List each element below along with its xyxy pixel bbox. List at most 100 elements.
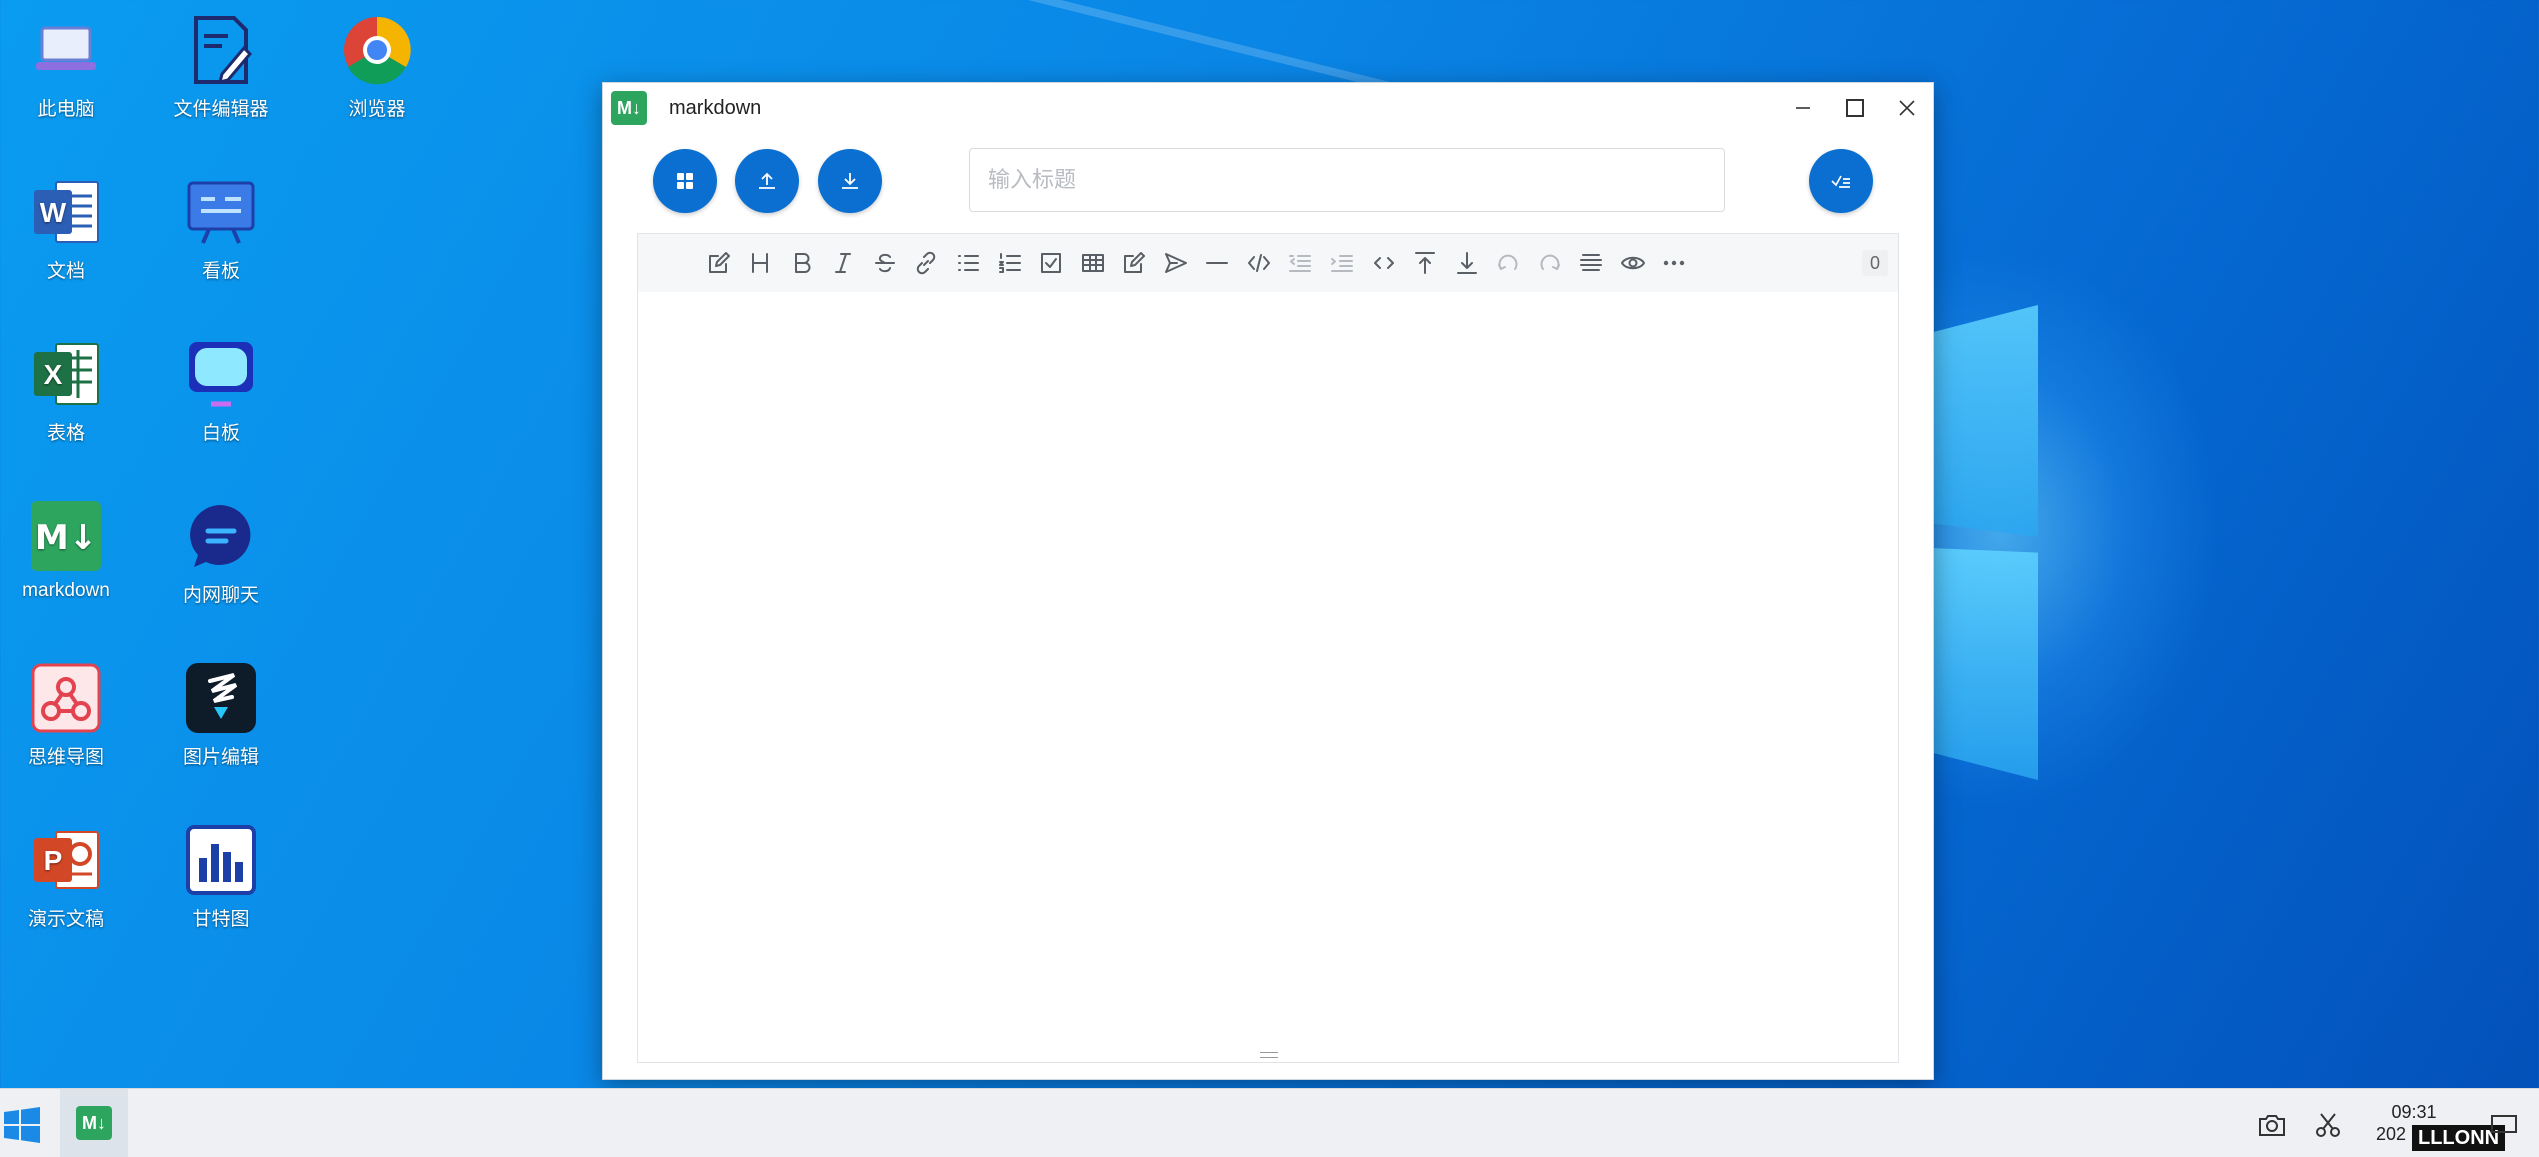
redo-icon xyxy=(1540,254,1560,270)
table-button[interactable] xyxy=(1074,244,1112,282)
undo-button[interactable] xyxy=(1489,244,1527,282)
taskbar-markdown-app[interactable]: M↓ xyxy=(60,1089,128,1157)
heading-button[interactable] xyxy=(741,244,779,282)
link-icon xyxy=(916,251,936,275)
hr-icon xyxy=(1206,262,1228,264)
windows-logo-upper-pane xyxy=(1930,305,2038,537)
preview-icon xyxy=(1621,256,1645,270)
horizontal-rule-button[interactable] xyxy=(1198,244,1236,282)
camera-icon xyxy=(2259,1115,2285,1136)
window-titlebar[interactable]: M↓ markdown xyxy=(603,83,1933,133)
chat-icon xyxy=(185,500,257,572)
clock-time: 09:31 xyxy=(2391,1102,2437,1122)
edit-button[interactable] xyxy=(700,244,738,282)
desktop-icon-image-editor[interactable]: 图片编辑 xyxy=(146,662,296,769)
table-icon xyxy=(1082,254,1104,272)
maximize-icon xyxy=(1846,99,1864,117)
minimize-button[interactable] xyxy=(1777,83,1829,133)
snip-button[interactable] xyxy=(2310,1107,2346,1143)
insert-before-button[interactable] xyxy=(1406,244,1444,282)
windows-start-icon xyxy=(4,1107,40,1143)
redo-button[interactable] xyxy=(1531,244,1569,282)
edit-alt-icon xyxy=(1124,252,1145,273)
notification-icon xyxy=(2491,1115,2517,1133)
insert-after-button[interactable] xyxy=(1448,244,1486,282)
laptop-icon xyxy=(30,14,102,86)
bold-icon xyxy=(795,253,811,273)
file-edit-icon xyxy=(185,14,257,86)
menu-grid-button[interactable] xyxy=(653,149,717,213)
check-list-icon xyxy=(1831,175,1850,188)
desktop-icon-document[interactable]: W 文档 xyxy=(0,176,141,283)
more-button[interactable] xyxy=(1655,244,1693,282)
unordered-list-button[interactable] xyxy=(949,244,987,282)
desktop-icon-markdown[interactable]: M↓ markdown xyxy=(0,500,141,602)
scissors-icon xyxy=(2316,1113,2340,1137)
italic-button[interactable] xyxy=(824,244,862,282)
kanban-icon xyxy=(185,176,257,248)
desktop-icon-browser[interactable]: 浏览器 xyxy=(302,14,452,121)
editor-content-area[interactable] xyxy=(638,292,1898,1062)
desktop-icon-presentation[interactable]: P 演示文稿 xyxy=(0,824,141,931)
svg-text:M↓: M↓ xyxy=(35,518,97,558)
indent-icon xyxy=(1331,255,1353,272)
more-icon xyxy=(1663,260,1685,266)
editor-resize-handle[interactable] xyxy=(1260,1052,1278,1058)
windows-logo-lower-pane xyxy=(1930,548,2038,780)
desktop-icon-file-editor[interactable]: 文件编辑器 xyxy=(146,14,296,121)
inline-code-button[interactable] xyxy=(1365,244,1403,282)
desktop-icon-spreadsheet[interactable]: X 表格 xyxy=(0,338,141,445)
send-button[interactable] xyxy=(1157,244,1195,282)
desktop-icon-this-pc[interactable]: 此电脑 xyxy=(0,14,141,121)
maximize-button[interactable] xyxy=(1829,83,1881,133)
close-button[interactable] xyxy=(1881,83,1933,133)
outdent-button[interactable] xyxy=(1281,244,1319,282)
code-icon xyxy=(1248,254,1270,272)
svg-text:P: P xyxy=(44,845,63,876)
start-button[interactable] xyxy=(0,1105,44,1145)
minimize-icon xyxy=(1796,107,1810,109)
undo-icon xyxy=(1498,254,1518,270)
powerpoint-icon: P xyxy=(30,824,102,896)
save-button[interactable] xyxy=(1809,149,1873,213)
to-top-icon xyxy=(1415,252,1435,274)
bold-button[interactable] xyxy=(783,244,821,282)
markdown-window: M↓ markdown 输入标题 0 xyxy=(602,82,1934,1080)
inline-code-icon xyxy=(1374,257,1394,269)
strikethrough-button[interactable] xyxy=(866,244,904,282)
link-button[interactable] xyxy=(907,244,945,282)
checklist-button[interactable] xyxy=(1032,244,1070,282)
edit-icon xyxy=(709,252,730,273)
desktop-icon-gantt[interactable]: 甘特图 xyxy=(146,824,296,931)
indent-button[interactable] xyxy=(1323,244,1361,282)
desktop-icon-mindmap[interactable]: 思维导图 xyxy=(0,662,141,769)
svg-text:X: X xyxy=(44,359,63,390)
title-input[interactable] xyxy=(969,148,1725,212)
desktop-icon-kanban[interactable]: 看板 xyxy=(146,176,296,283)
markdown-editor: 0 xyxy=(637,233,1899,1063)
ordered-list-button[interactable] xyxy=(991,244,1029,282)
markdown-taskbar-icon: M↓ xyxy=(76,1106,112,1140)
download-button[interactable] xyxy=(818,149,882,213)
notification-button[interactable] xyxy=(2486,1107,2522,1143)
markdown-icon: M↓ xyxy=(30,500,102,572)
word-icon: W xyxy=(30,176,102,248)
screenshot-button[interactable] xyxy=(2254,1107,2290,1143)
heading-icon xyxy=(752,253,768,273)
strike-icon xyxy=(875,253,895,273)
desktop-icon-whiteboard[interactable]: 白板 xyxy=(146,338,296,445)
svg-text:W: W xyxy=(40,197,67,228)
excel-icon: X xyxy=(30,338,102,410)
outdent-icon xyxy=(1289,255,1311,272)
preview-button[interactable] xyxy=(1614,244,1652,282)
code-block-button[interactable] xyxy=(1240,244,1278,282)
mindmap-icon xyxy=(30,662,102,734)
send-icon xyxy=(1165,253,1187,273)
window-title: markdown xyxy=(669,96,762,119)
align-button[interactable] xyxy=(1572,244,1610,282)
edit-alt-button[interactable] xyxy=(1115,244,1153,282)
desktop-icon-intranet-chat[interactable]: 内网聊天 xyxy=(146,500,296,607)
align-icon xyxy=(1580,254,1602,271)
unordered-list-icon xyxy=(958,255,979,271)
upload-button[interactable] xyxy=(735,149,799,213)
